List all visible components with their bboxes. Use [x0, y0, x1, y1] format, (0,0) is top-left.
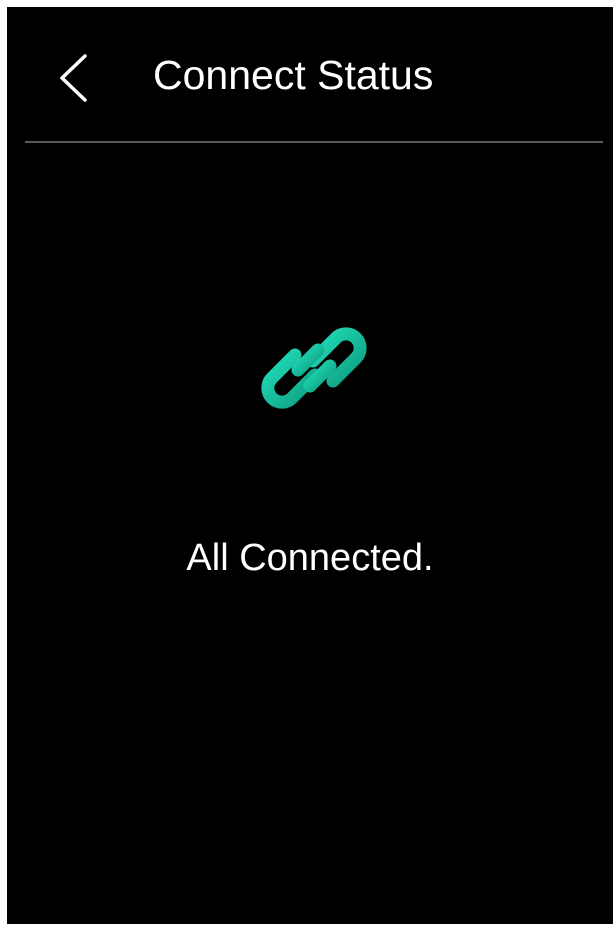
device-screen: Connect Status All Connected. [7, 7, 613, 924]
header-divider [25, 141, 603, 143]
chevron-left-icon [60, 54, 87, 102]
header: Connect Status [7, 7, 613, 143]
back-button[interactable] [47, 45, 99, 105]
page-title: Connect Status [153, 52, 434, 98]
status-message: All Connected. [186, 537, 434, 579]
link-icon [261, 327, 367, 409]
